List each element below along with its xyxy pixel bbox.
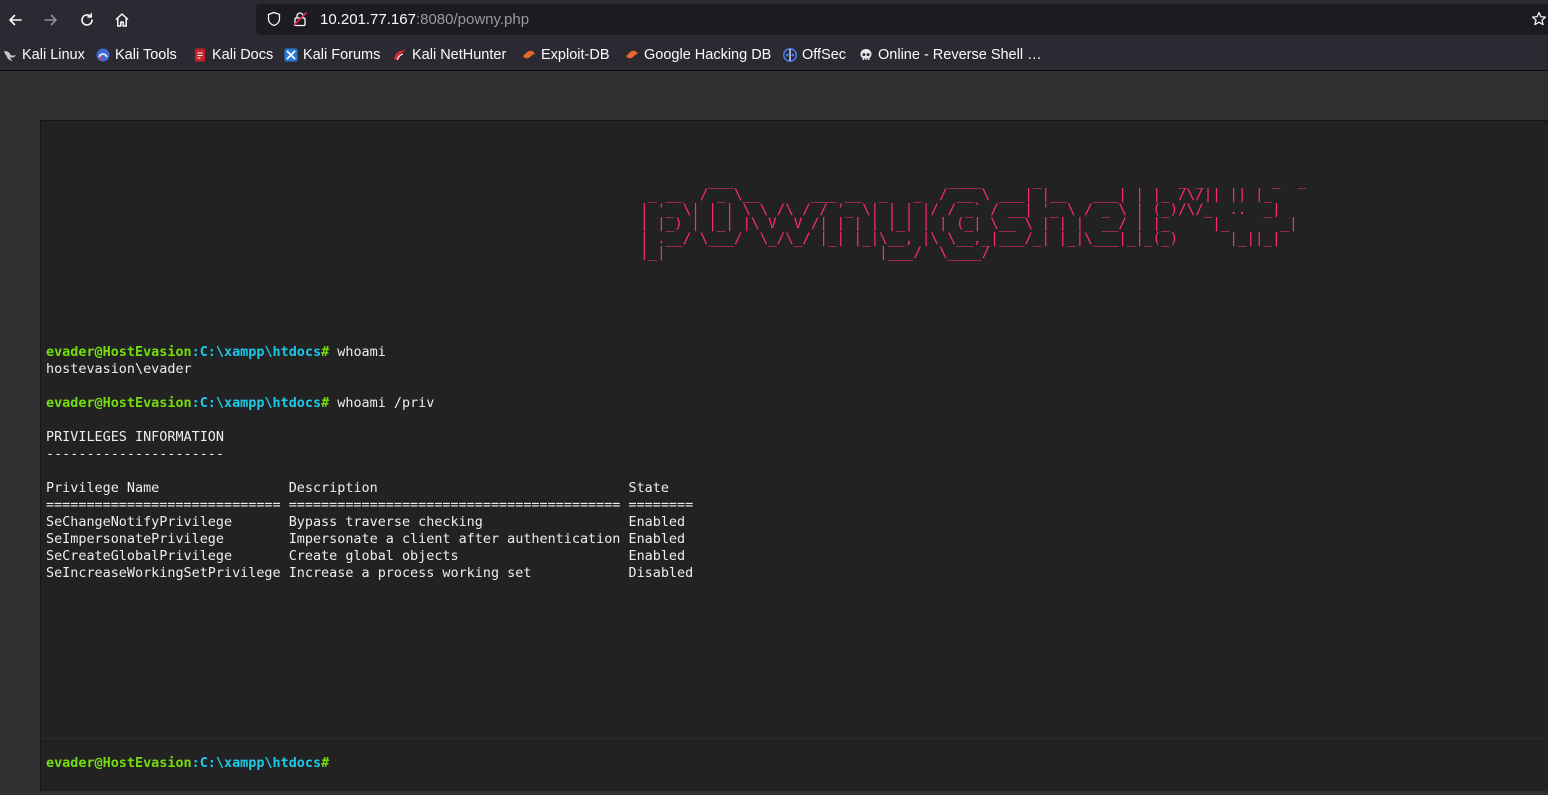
privileges-table-header: Privilege Name Description State [46,481,669,496]
forward-button[interactable] [37,6,65,34]
bookmark-kali-tools[interactable]: Kali Tools [96,46,177,64]
bookmark-kali-forums[interactable]: Kali Forums [284,46,380,64]
prompt-user: evader@HostEvasion [46,345,192,360]
prompt-separator: : [191,345,200,360]
prompt-user: evader@HostEvasion [46,756,192,771]
command-line: evader@HostEvasion:C:\xampp\htdocs# whoa… [46,344,386,361]
skull-icon [860,49,872,60]
shell-output: ___ ____ _ _ _ _ _ _ __ / _ \__ ___ __ _… [46,121,1546,737]
privilege-row: SeIncreaseWorkingSetPrivilege Increase a… [46,566,694,581]
exploit-db-icon [523,50,535,59]
bookmark-label: Online - Reverse Shell … [878,47,1042,63]
input-prompt-line: evader@HostEvasion:C:\xampp\htdocs# [46,756,1430,773]
bookmark-label: Kali Docs [212,47,274,63]
powny-shell: ___ ____ _ _ _ _ _ _ __ / _ \__ ___ __ _… [40,120,1548,791]
prompt-symbol: # [321,345,330,360]
home-icon [115,13,129,27]
kali-docs-icon [195,48,205,62]
prompt-symbol: # [321,756,330,771]
kali-dragon-icon [4,51,16,61]
arrow-right-icon [44,14,57,26]
prompt-separator: : [191,396,200,411]
bookmark-offsec[interactable]: OffSec [783,46,846,64]
prompt-symbol: # [321,396,330,411]
reload-icon [81,13,93,26]
arrow-left-icon [9,14,22,26]
reload-button[interactable] [73,6,101,34]
url-bar[interactable]: 10.201.77.167:8080/powny.php [256,4,1548,35]
url-host: 10.201.77.167 [320,11,416,28]
bookmark-reverse-shell[interactable]: Online - Reverse Shell … [859,46,1042,64]
back-button[interactable] [1,6,29,34]
privileges-title-rule: ---------------------- [46,447,224,462]
ghdb-icon [626,50,638,59]
privilege-row: SeImpersonatePrivilege Impersonate a cli… [46,532,686,547]
bookmark-label: OffSec [802,47,847,63]
privileges-title: PRIVILEGES INFORMATION [46,430,224,445]
offsec-icon [783,48,797,62]
page-viewport: ___ ____ _ _ _ _ _ _ __ / _ \__ ___ __ _… [0,71,1548,795]
shield-icon[interactable] [266,11,282,27]
bookmark-exploit-db[interactable]: Exploit-DB [522,46,610,64]
prompt-path: C:\xampp\htdocs [199,345,322,360]
bookmark-star-icon[interactable] [1531,11,1547,27]
bookmark-label: Kali Linux [22,47,85,63]
url-path: :8080/powny.php [415,11,530,28]
privilege-row: SeCreateGlobalPrivilege Create global ob… [46,549,686,564]
bookmark-kali-nethunter[interactable]: Kali NetHunter [393,46,506,64]
insecure-lock-icon[interactable] [292,11,308,27]
home-button[interactable] [108,6,136,34]
bookmark-label: Kali Forums [303,47,381,63]
bookmark-kali-docs[interactable]: Kali Docs [193,46,273,64]
prompt-user: evader@HostEvasion [46,396,192,411]
prompt-separator: : [191,756,200,771]
ascii-banner: ___ ____ _ _ _ _ _ _ __ / _ \__ ___ __ _… [640,173,1307,262]
browser-toolbar: 10.201.77.167:8080/powny.php [0,0,1548,39]
shell-command-input[interactable] [329,756,1430,773]
nethunter-icon [394,50,406,61]
bookmark-label: Exploit-DB [541,47,610,63]
privilege-row: SeChangeNotifyPrivilege Bypass traverse … [46,515,686,530]
command-text: whoami [329,345,386,360]
shell-input-area: evader@HostEvasion:C:\xampp\htdocs# [41,738,1548,792]
bookmark-google-hacking-db[interactable]: Google Hacking DB [625,46,771,64]
privileges-table-rule: ============================= ==========… [46,498,694,513]
kali-tools-icon [96,48,110,62]
bookmark-label: Kali NetHunter [412,47,507,63]
bookmarks-toolbar: Kali Linux Kali Tools Kali Docs Kali For… [0,39,1548,71]
bookmark-label: Kali Tools [115,47,177,63]
command-line: evader@HostEvasion:C:\xampp\htdocs# whoa… [46,395,434,412]
output-line: hostevasion\evader [46,362,192,377]
kali-forums-icon [284,48,298,62]
prompt-path: C:\xampp\htdocs [199,396,322,411]
url-text[interactable]: 10.201.77.167:8080/powny.php [320,10,529,29]
command-text: whoami /priv [329,396,435,411]
prompt-path: C:\xampp\htdocs [199,756,322,771]
bookmark-label: Google Hacking DB [644,47,772,63]
bookmark-kali-linux[interactable]: Kali Linux [3,46,85,64]
